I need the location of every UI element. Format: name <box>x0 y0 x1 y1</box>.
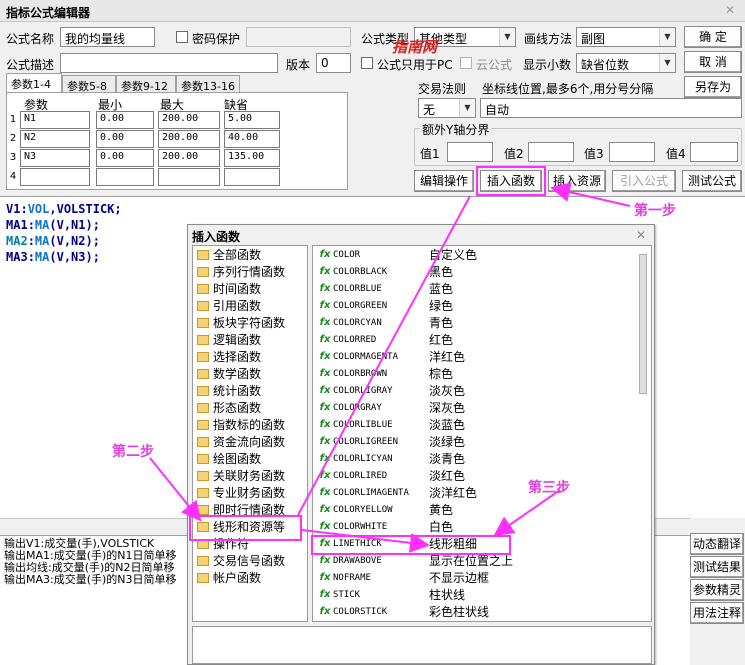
step3-note: 第三步 <box>528 480 570 496</box>
step2-arrow <box>149 457 202 522</box>
step1-note: 第一步 <box>634 203 676 219</box>
step1-arrow <box>550 182 631 207</box>
annotation-arrows <box>149 182 631 553</box>
step2-to-step3-line <box>301 529 430 553</box>
step1-to-step2-line <box>297 195 471 516</box>
step2-note: 第二步 <box>112 444 154 460</box>
